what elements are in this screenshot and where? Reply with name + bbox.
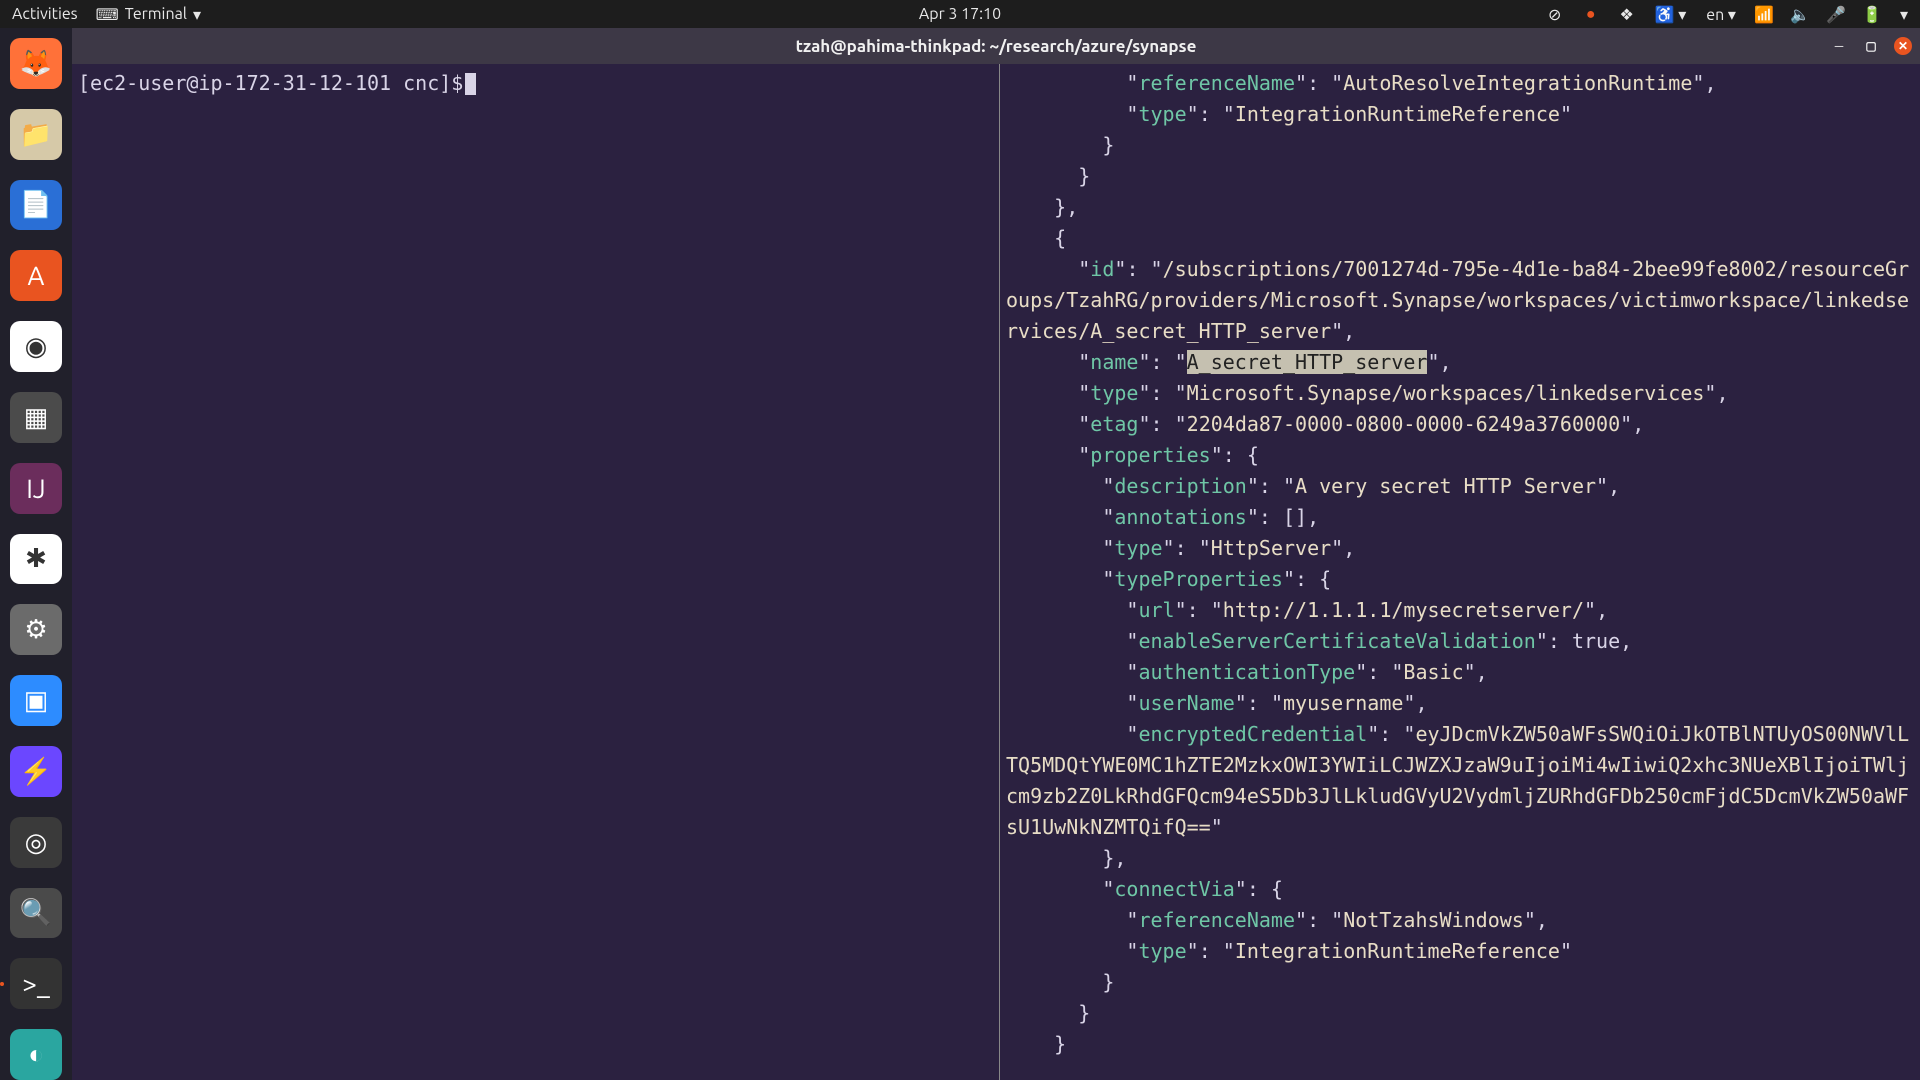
gnome-topbar: Activities ⌨ Terminal ▾ Apr 3 17:10 ⊘ ● … [0,0,1920,28]
input-source[interactable]: en ▾ [1706,5,1736,24]
activities-button[interactable]: Activities [12,5,78,23]
tmux-right-pane[interactable]: "referenceName": "AutoResolveIntegration… [1000,64,1920,1080]
system-menu-chevron[interactable]: ▾ [1900,5,1908,24]
dock-settings[interactable]: ⚙ [10,604,62,655]
tmux-left-pane[interactable]: [ec2-user@ip-172-31-12-101 cnc]$ [72,64,1000,1080]
dock-libreoffice-writer[interactable]: 📄 [10,180,62,231]
minimize-button[interactable]: ─ [1830,37,1848,55]
dock-obs[interactable]: ◎ [10,817,62,868]
dock-files[interactable]: 📁 [10,109,62,160]
dock-image-viewer[interactable]: 🔍 [10,888,62,939]
dock-zoom[interactable]: ▣ [10,675,62,726]
dock-firefox[interactable]: 🦊 [10,38,62,89]
dock-slack[interactable]: ✱ [10,534,62,585]
maximize-button[interactable]: ▢ [1862,37,1880,55]
close-button[interactable]: ✕ [1894,37,1912,55]
app-menu[interactable]: ⌨ Terminal ▾ [96,5,201,24]
mic-icon[interactable]: 🎤 [1828,6,1844,22]
dock: 🦊 📁 📄 A ◉ ▦ IJ ✱ ⚙ ▣ ⚡ ◎ 🔍 >_ ◐ [0,28,72,1080]
dock-software[interactable]: A [10,250,62,301]
battery-icon[interactable]: 🔋 [1864,6,1880,22]
dock-terminal[interactable]: >_ [10,958,62,1009]
screen-record-icon[interactable]: ● [1583,6,1599,22]
dock-sublime[interactable]: ▦ [10,392,62,443]
terminal-window: tzah@pahima-thinkpad: ~/research/azure/s… [72,28,1920,1080]
terminal-body: [ec2-user@ip-172-31-12-101 cnc]$ "refere… [72,64,1920,1080]
wifi-icon[interactable]: 📶 [1756,6,1772,22]
clock[interactable]: Apr 3 17:10 [919,5,1001,23]
shell-prompt: [ec2-user@ip-172-31-12-101 cnc]$ [78,71,463,95]
chevron-down-icon: ▾ [193,5,201,24]
dock-burp[interactable]: ⚡ [10,746,62,797]
app-indicator-icon[interactable]: ❖ [1619,6,1635,22]
dock-intellij[interactable]: IJ [10,463,62,514]
volume-icon[interactable]: 🔈 [1792,6,1808,22]
accessibility-menu[interactable]: ♿ ▾ [1655,5,1687,24]
app-menu-label: Terminal [125,5,187,23]
window-title: tzah@pahima-thinkpad: ~/research/azure/s… [796,37,1197,56]
terminal-icon: ⌨ [96,5,119,24]
cursor [465,73,476,95]
dock-chrome[interactable]: ◉ [10,321,62,372]
do-not-disturb-icon[interactable]: ⊘ [1547,6,1563,22]
dock-azure-data-studio[interactable]: ◐ [10,1029,62,1080]
window-titlebar[interactable]: tzah@pahima-thinkpad: ~/research/azure/s… [72,28,1920,64]
